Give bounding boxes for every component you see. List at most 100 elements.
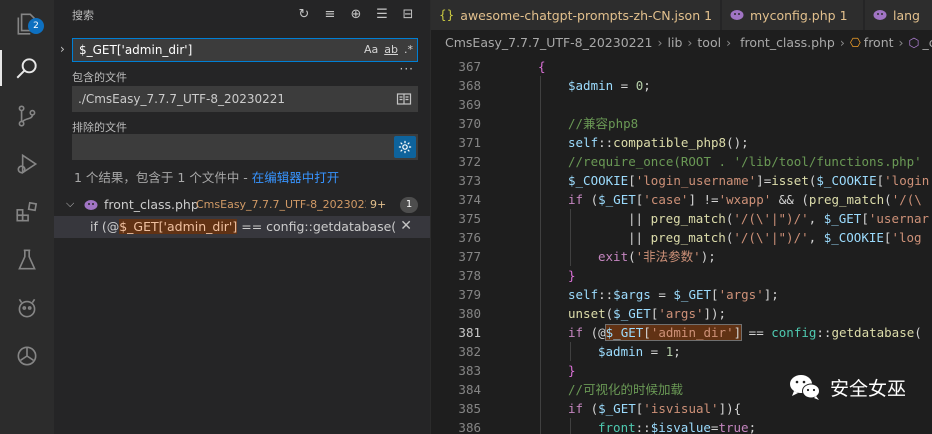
open-editors-book-icon[interactable] — [396, 91, 412, 107]
code-line: 382 $admin = 1; — [431, 342, 932, 361]
line-number: 374 — [458, 192, 481, 207]
toggle-replace-chevron-icon[interactable]: › — [60, 42, 65, 56]
result-file-name: front_class.php — [104, 197, 199, 212]
line-number: 378 — [458, 268, 481, 283]
code-line: 369 — [431, 95, 932, 114]
code-editor: {} awesome-chatgpt-prompts-zh-CN.json 1 … — [430, 0, 932, 434]
chevron-right-icon: › — [657, 34, 663, 50]
search-input[interactable] — [73, 39, 343, 61]
activity-bar: 2 — [0, 0, 54, 434]
tab-label: lang — [893, 7, 920, 23]
line-number: 368 — [458, 78, 481, 93]
code-line: 368 $admin = 0; — [431, 76, 932, 95]
view-as-tree-icon[interactable]: ☰ — [374, 6, 390, 22]
code-line: 374 if ($_GET['case'] !='wxapp' && (preg_… — [431, 190, 932, 209]
chevron-down-icon[interactable]: ⌵ — [66, 197, 74, 211]
use-exclude-settings-button[interactable] — [394, 136, 416, 158]
php-file-icon — [84, 200, 98, 210]
code-line: 373 $_COOKIE['login_username']=isset($_CO… — [431, 171, 932, 190]
chevron-right-icon: › — [839, 34, 845, 50]
breadcrumb-root[interactable]: CmsEasy_7.7.7_UTF-8_20230221 — [445, 35, 653, 50]
chevron-right-icon: › — [726, 34, 732, 50]
search-header: 搜索 ↻ ≡ ⊕ ☰ ⊟ — [54, 0, 430, 30]
code-line: 375 || preg_match('/(\'|")/', $_GET['user… — [431, 209, 932, 228]
class-symbol-icon: ⎔ — [849, 34, 861, 50]
line-number: 380 — [458, 306, 481, 321]
exclude-files-label: 排除的文件 — [72, 121, 127, 134]
line-number: 367 — [458, 59, 481, 74]
line-number: 381 — [458, 325, 481, 340]
explorer-badge: 2 — [28, 18, 44, 34]
line-number: 376 — [458, 230, 481, 245]
line-number: 382 — [458, 344, 481, 359]
code-line: 377 exit('非法参数'); — [431, 247, 932, 266]
refresh-icon[interactable]: ↻ — [296, 6, 312, 22]
collapse-all-icon[interactable]: ⊟ — [400, 6, 416, 22]
match-after: == config::getdatabase('da... — [241, 219, 396, 234]
line-number: 370 — [458, 116, 481, 131]
search-icon[interactable] — [0, 44, 54, 92]
extensions-icon[interactable] — [0, 188, 54, 236]
line-number: 383 — [458, 363, 481, 378]
breadcrumb-lib[interactable]: lib — [668, 35, 683, 50]
source-control-icon[interactable] — [0, 92, 54, 140]
result-count-text: 1 个结果，包含于 1 个文件中 - — [74, 170, 252, 185]
wechat-logo-icon — [789, 375, 820, 400]
match-whole-word-toggle[interactable]: ab — [384, 41, 398, 59]
code-line: 378} — [431, 266, 932, 285]
line-number: 386 — [458, 420, 481, 434]
method-symbol-icon: ⬡ — [908, 34, 920, 50]
line-number: 373 — [458, 173, 481, 188]
result-file-path: CmsEasy_7.7.7_UTF-8_2023022... — [196, 198, 366, 211]
code-line: 381 if (@$_GET['admin_dir'] == config::ge… — [431, 323, 932, 342]
use-regex-toggle[interactable]: .* — [404, 41, 413, 59]
result-file-row[interactable]: ⌵ front_class.php CmsEasy_7.7.7_UTF-8_20… — [54, 194, 430, 216]
search-title: 搜索 — [72, 9, 94, 22]
run-debug-icon[interactable] — [0, 140, 54, 188]
watermark-text: 安全女巫 — [829, 377, 906, 400]
new-search-editor-icon[interactable]: ⊕ — [348, 6, 364, 22]
chevron-right-icon: › — [687, 34, 693, 50]
code-line: 376 || preg_match('/(\'|")/', $_COOKIE['l… — [431, 228, 932, 247]
breadcrumb-tool[interactable]: tool — [697, 35, 721, 50]
tab-awesome-json[interactable]: {} awesome-chatgpt-prompts-zh-CN.json 1 — [431, 0, 721, 30]
search-input-box: Aa ab .* — [72, 38, 418, 62]
include-files-label: 包含的文件 — [72, 71, 127, 84]
tab-myconfig-php[interactable]: myconfig.php 1 — [722, 0, 864, 30]
watermark: 安全女巫 — [788, 372, 906, 402]
explorer-icon[interactable]: 2 — [0, 0, 54, 48]
result-summary: 1 个结果，包含于 1 个文件中 - 在编辑器中打开 — [74, 167, 339, 186]
breadcrumb-file[interactable]: front_class.php — [740, 35, 835, 50]
breadcrumb-method[interactable]: _c — [922, 35, 932, 50]
code-line: 372//require_once(ROOT . '/lib/tool/func… — [431, 152, 932, 171]
testing-flask-icon[interactable] — [0, 236, 54, 284]
exclude-files-box — [72, 134, 418, 160]
line-number: 369 — [458, 97, 481, 112]
tab-lang[interactable]: lang — [865, 0, 932, 30]
more-options-icon[interactable]: ··· — [400, 62, 414, 76]
dismiss-result-close-icon[interactable]: ✕ — [400, 218, 412, 234]
modified-count: 9+ — [370, 198, 387, 211]
line-number: 384 — [458, 382, 481, 397]
breadcrumb: CmsEasy_7.7.7_UTF-8_20230221 › lib › tool ›… — [431, 30, 932, 54]
line-number: 385 — [458, 401, 481, 416]
tab-label: awesome-chatgpt-prompts-zh-CN.json 1 — [460, 7, 713, 23]
exclude-files-input[interactable] — [72, 135, 372, 159]
clear-results-icon[interactable]: ≡ — [322, 6, 338, 22]
editor-tabs: {} awesome-chatgpt-prompts-zh-CN.json 1 … — [431, 0, 932, 30]
include-files-input[interactable] — [72, 87, 372, 111]
php-file-icon — [730, 10, 744, 20]
code-line: 386 front::$isvalue=true; — [431, 418, 932, 434]
match-case-toggle[interactable]: Aa — [364, 41, 378, 59]
result-match-row[interactable]: if (@$_GET['admin_dir'] == config::getda… — [54, 216, 430, 238]
remote-pet-icon[interactable] — [0, 284, 54, 332]
breadcrumb-class[interactable]: front — [864, 35, 894, 50]
json-braces-icon: {} — [439, 8, 455, 22]
chatgpt-icon[interactable] — [0, 332, 54, 380]
match-text: if (@$_GET['admin_dir'] == config::getda… — [90, 219, 396, 234]
include-files-box — [72, 86, 418, 112]
open-in-editor-link[interactable]: 在编辑器中打开 — [252, 170, 340, 185]
code-line: 380 unset($_GET['args']); — [431, 304, 932, 323]
line-number: 371 — [458, 135, 481, 150]
chevron-right-icon: › — [898, 34, 904, 50]
